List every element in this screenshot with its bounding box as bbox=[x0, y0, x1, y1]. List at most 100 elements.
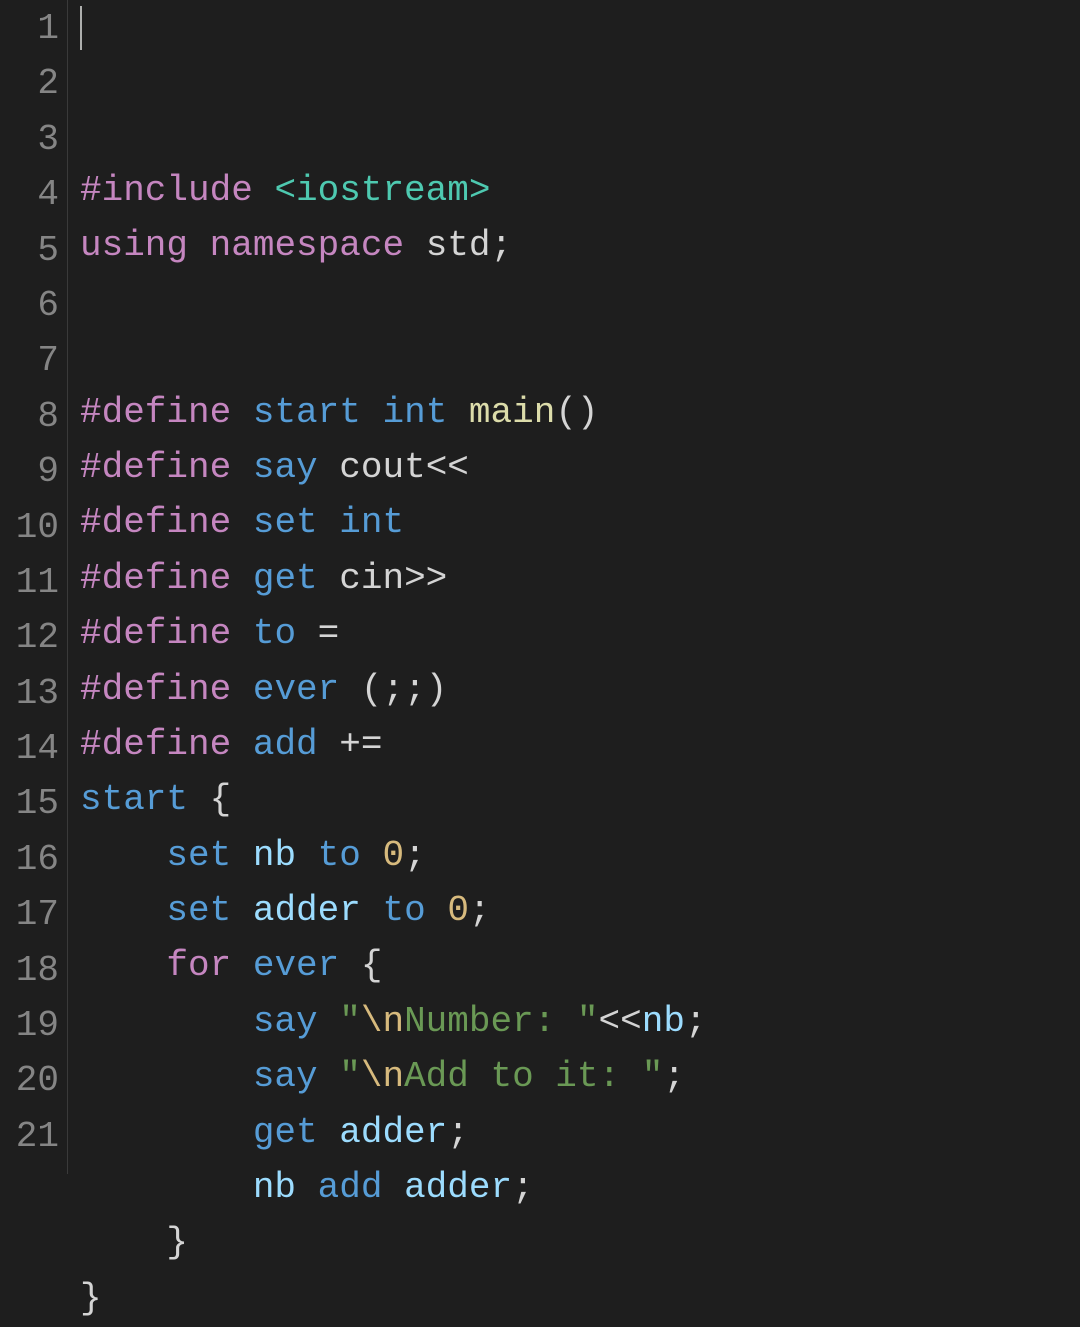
code-token bbox=[339, 669, 361, 710]
code-token: add bbox=[253, 724, 318, 765]
line-number: 21 bbox=[8, 1110, 59, 1165]
code-token bbox=[318, 502, 340, 543]
code-line[interactable]: for ever { bbox=[80, 939, 1080, 994]
code-token: nb bbox=[253, 1167, 296, 1208]
code-token: say bbox=[253, 1056, 318, 1097]
code-token: start bbox=[80, 779, 188, 820]
code-token bbox=[80, 835, 166, 876]
code-line[interactable]: #define to = bbox=[80, 607, 1080, 662]
line-number: 13 bbox=[8, 667, 59, 722]
code-token: << bbox=[426, 447, 469, 488]
code-token: ever bbox=[253, 669, 339, 710]
code-token bbox=[361, 890, 383, 931]
line-number: 3 bbox=[8, 113, 59, 168]
line-number: 9 bbox=[8, 445, 59, 500]
code-line[interactable]: #include <iostream> bbox=[80, 164, 1080, 219]
code-token: nb bbox=[642, 1001, 685, 1042]
code-token bbox=[231, 945, 253, 986]
line-number: 8 bbox=[8, 390, 59, 445]
code-token: set bbox=[166, 890, 231, 931]
code-token: main bbox=[469, 392, 555, 433]
code-token bbox=[231, 558, 253, 599]
code-line[interactable]: #define say cout<< bbox=[80, 441, 1080, 496]
code-token bbox=[231, 835, 253, 876]
code-token: #define bbox=[80, 392, 231, 433]
code-token: say bbox=[253, 447, 318, 488]
code-token: adder bbox=[339, 1112, 447, 1153]
code-token: cin bbox=[339, 558, 404, 599]
code-token: << bbox=[599, 1001, 642, 1042]
code-token: () bbox=[555, 392, 598, 433]
line-number: 20 bbox=[8, 1054, 59, 1109]
code-token bbox=[426, 890, 448, 931]
code-line[interactable]: #define set int bbox=[80, 496, 1080, 551]
code-token bbox=[339, 945, 361, 986]
code-token: nb bbox=[253, 835, 296, 876]
code-token: += bbox=[339, 724, 382, 765]
code-line[interactable]: set nb to 0; bbox=[80, 829, 1080, 884]
code-token: for bbox=[166, 945, 231, 986]
code-line[interactable] bbox=[80, 330, 1080, 385]
code-token: adder bbox=[253, 890, 361, 931]
code-token: get bbox=[253, 1112, 318, 1153]
code-line[interactable]: say "\nNumber: "<<nb; bbox=[80, 995, 1080, 1050]
code-line[interactable]: get adder; bbox=[80, 1106, 1080, 1161]
code-token: using bbox=[80, 225, 188, 266]
code-area[interactable]: #include <iostream>using namespace std; #… bbox=[68, 0, 1080, 1174]
line-number: 15 bbox=[8, 777, 59, 832]
code-token: " bbox=[339, 1056, 361, 1097]
code-line[interactable]: } bbox=[80, 1216, 1080, 1271]
code-token: \n bbox=[361, 1001, 404, 1042]
code-token: add bbox=[318, 1167, 383, 1208]
code-token: set bbox=[253, 502, 318, 543]
code-token: { bbox=[361, 945, 383, 986]
code-line[interactable]: say "\nAdd to it: "; bbox=[80, 1050, 1080, 1105]
code-token bbox=[318, 558, 340, 599]
code-token: ; bbox=[491, 225, 513, 266]
code-line[interactable]: set adder to 0; bbox=[80, 884, 1080, 939]
code-token: = bbox=[318, 613, 340, 654]
code-token bbox=[80, 1056, 253, 1097]
code-token bbox=[318, 1056, 340, 1097]
code-line[interactable]: #define get cin>> bbox=[80, 552, 1080, 607]
code-line[interactable]: } bbox=[80, 1272, 1080, 1327]
code-token: 0 bbox=[447, 890, 469, 931]
line-number-gutter: 123456789101112131415161718192021 bbox=[0, 0, 68, 1174]
code-line[interactable]: start { bbox=[80, 773, 1080, 828]
code-token bbox=[80, 1167, 253, 1208]
code-line[interactable]: nb add adder; bbox=[80, 1161, 1080, 1216]
code-token bbox=[296, 1167, 318, 1208]
code-line[interactable]: using namespace std; bbox=[80, 219, 1080, 274]
code-token: int bbox=[339, 502, 404, 543]
code-line[interactable] bbox=[80, 275, 1080, 330]
code-token bbox=[80, 890, 166, 931]
line-number: 17 bbox=[8, 888, 59, 943]
code-token: ever bbox=[253, 945, 339, 986]
line-number: 4 bbox=[8, 168, 59, 223]
code-token bbox=[231, 502, 253, 543]
code-token bbox=[231, 724, 253, 765]
code-token: adder bbox=[404, 1167, 512, 1208]
code-token: #define bbox=[80, 669, 231, 710]
code-token: #define bbox=[80, 558, 231, 599]
code-token: cout bbox=[339, 447, 425, 488]
code-token: { bbox=[210, 779, 232, 820]
code-token: } bbox=[80, 1278, 102, 1319]
code-token: #define bbox=[80, 447, 231, 488]
code-token: <iostream> bbox=[274, 170, 490, 211]
code-token bbox=[404, 225, 426, 266]
line-number: 16 bbox=[8, 833, 59, 888]
line-number: 19 bbox=[8, 999, 59, 1054]
code-token bbox=[231, 669, 253, 710]
code-token bbox=[361, 835, 383, 876]
code-editor[interactable]: 123456789101112131415161718192021 #inclu… bbox=[0, 0, 1080, 1174]
code-line[interactable]: #define start int main() bbox=[80, 386, 1080, 441]
code-token: >> bbox=[404, 558, 447, 599]
code-token bbox=[253, 170, 275, 211]
code-line[interactable]: #define add += bbox=[80, 718, 1080, 773]
line-number: 11 bbox=[8, 556, 59, 611]
code-line[interactable]: #define ever (;;) bbox=[80, 663, 1080, 718]
code-token: \n bbox=[361, 1056, 404, 1097]
code-token: ; bbox=[663, 1056, 685, 1097]
code-token bbox=[188, 779, 210, 820]
